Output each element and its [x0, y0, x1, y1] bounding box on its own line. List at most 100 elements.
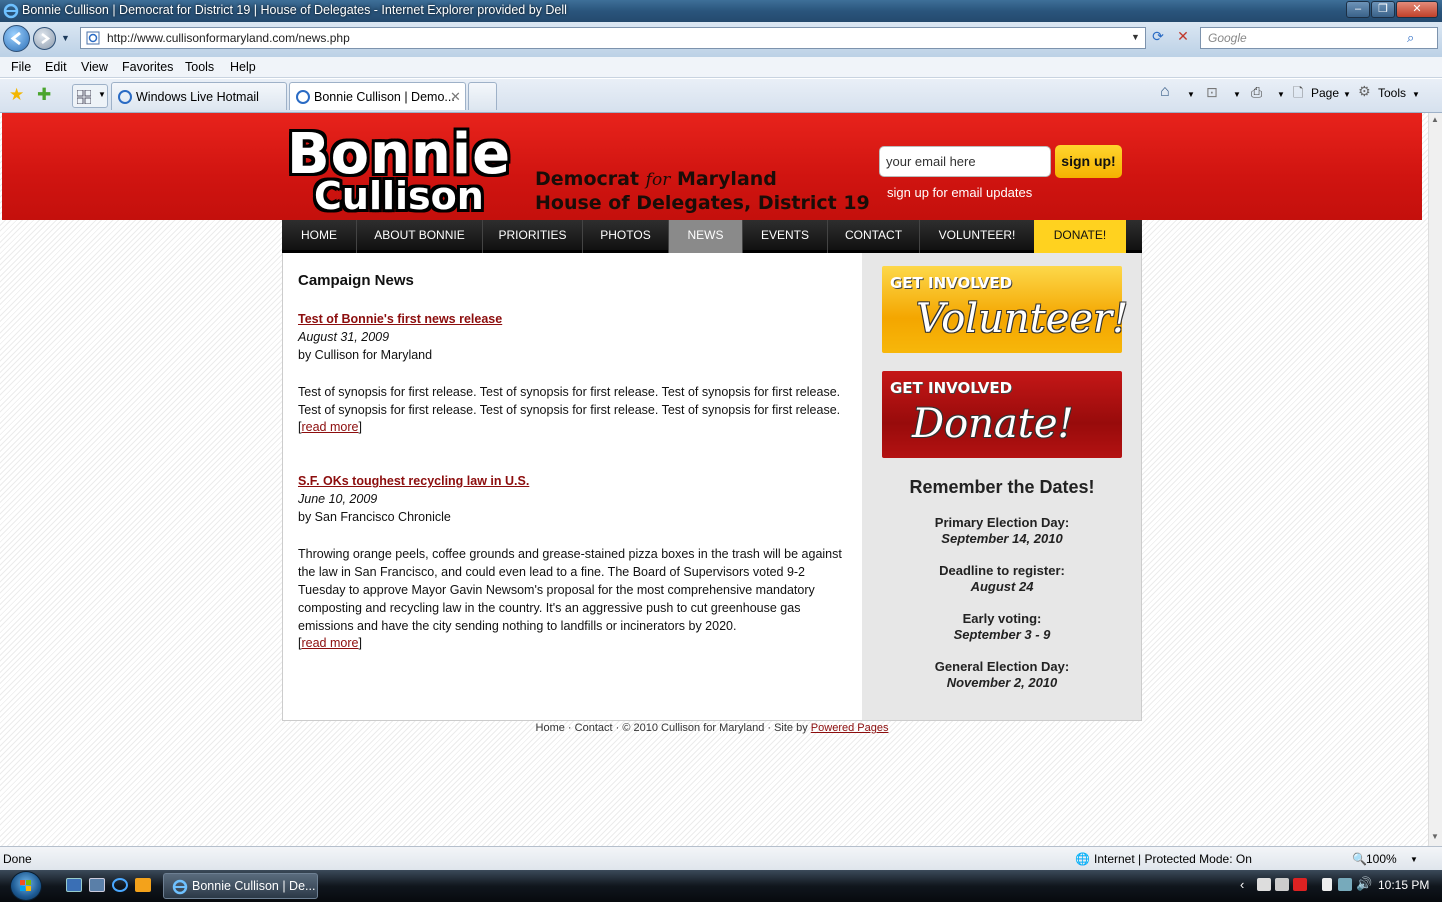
new-tab-button[interactable]	[468, 82, 497, 110]
menu-file[interactable]: File	[11, 60, 31, 74]
tray-battery-icon[interactable]	[1322, 878, 1332, 891]
search-placeholder: Google	[1208, 31, 1247, 45]
menu-view[interactable]: View	[81, 60, 108, 74]
search-input[interactable]: Google ⌕	[1200, 27, 1438, 49]
tray-volume-icon[interactable]: 🔊	[1356, 876, 1372, 892]
date-label: General Election Day:	[934, 659, 1070, 674]
taskbar-clock[interactable]: 10:15 PM	[1378, 878, 1429, 892]
internet-explorer-icon[interactable]	[112, 878, 128, 892]
volunteer-banner[interactable]: GET INVOLVED Volunteer!	[882, 266, 1128, 353]
scroll-up-icon[interactable]: ▲	[1431, 115, 1439, 124]
footer-powered-pages-link[interactable]: Powered Pages	[811, 722, 889, 734]
article-synopsis: Throwing orange peels, coffee grounds an…	[298, 547, 842, 633]
page-menu[interactable]: Page	[1311, 86, 1339, 100]
tools-dropdown-icon[interactable]: ▼	[1412, 90, 1420, 99]
favorites-star-icon[interactable]: ★	[9, 85, 24, 105]
signup-button[interactable]: sign up!	[1055, 145, 1122, 178]
status-text: Done	[3, 852, 32, 866]
quick-tabs-button[interactable]: ▼	[72, 84, 108, 108]
nav-events[interactable]: EVENTS	[742, 220, 827, 253]
refresh-icon[interactable]: ⟳	[1148, 28, 1168, 48]
nav-about-bonnie[interactable]: ABOUT BONNIE	[356, 220, 482, 253]
dates-heading: Remember the Dates!	[909, 477, 1095, 497]
start-button[interactable]	[10, 871, 42, 901]
date-value: September 3 - 9	[953, 627, 1051, 642]
feeds-dropdown-icon[interactable]: ▼	[1233, 90, 1241, 99]
menu-tools[interactable]: Tools	[185, 60, 214, 74]
show-desktop-icon[interactable]	[66, 878, 82, 892]
home-icon[interactable]: ⌂	[1160, 83, 1170, 101]
print-icon[interactable]: ⎙	[1251, 84, 1262, 101]
home-dropdown-icon[interactable]: ▼	[1187, 90, 1195, 99]
taskbar-ie-window[interactable]: Bonnie Cullison | De...	[163, 873, 318, 899]
stop-icon[interactable]: ✕	[1173, 28, 1193, 48]
search-icon[interactable]: ⌕	[1407, 30, 1414, 46]
tray-network-icon[interactable]	[1338, 878, 1352, 891]
tray-expand-icon[interactable]: ‹	[1240, 877, 1244, 892]
recent-pages-dropdown[interactable]: ▼	[61, 33, 70, 43]
tagline-for: for	[645, 170, 671, 190]
zoom-icon: 🔍	[1352, 852, 1367, 866]
taskbar-task-label: Bonnie Cullison | De...	[192, 879, 316, 893]
forward-arrow-icon	[41, 33, 51, 44]
donate-banner[interactable]: GET INVOLVED Donate!	[882, 371, 1122, 458]
print-dropdown-icon[interactable]: ▼	[1277, 90, 1285, 99]
zoom-dropdown-icon[interactable]: ▼	[1410, 855, 1418, 864]
back-button[interactable]	[3, 25, 30, 52]
vertical-scrollbar[interactable]: ▲ ▼	[1428, 113, 1442, 846]
nav-priorities[interactable]: PRIORITIES	[482, 220, 582, 253]
window-titlebar[interactable]: Bonnie Cullison | Democrat for District …	[0, 0, 1442, 22]
windows-logo-icon	[20, 880, 31, 891]
email-field[interactable]: your email here	[879, 146, 1051, 177]
menu-favorites[interactable]: Favorites	[122, 60, 173, 74]
close-tab-icon[interactable]: ✕	[450, 89, 461, 105]
media-player-icon[interactable]	[135, 878, 151, 892]
read-more: [read more]	[298, 420, 362, 434]
address-field[interactable]: http://www.cullisonformaryland.com/news.…	[80, 27, 1146, 49]
nav-photos[interactable]: PHOTOS	[582, 220, 668, 253]
internet-zone-icon: 🌐	[1075, 852, 1090, 866]
page-viewport[interactable]: Bonnie Cullison Democrat for Maryland Ho…	[0, 113, 1428, 846]
nav-home[interactable]: HOME	[282, 220, 356, 253]
minimize-button[interactable]: –	[1346, 1, 1370, 18]
ie-tab-icon	[118, 90, 132, 104]
add-favorite-icon[interactable]: ✚	[37, 85, 51, 105]
forward-button[interactable]	[33, 27, 56, 50]
taskbar: Bonnie Cullison | De... ‹ 🔊 10:15 PM	[0, 870, 1442, 902]
page-dropdown-icon[interactable]: ▼	[1343, 90, 1351, 99]
read-more-link[interactable]: read more	[301, 420, 358, 434]
tray-app-icon[interactable]	[1257, 878, 1271, 891]
nav-news[interactable]: NEWS	[668, 220, 742, 253]
menu-help[interactable]: Help	[230, 60, 256, 74]
gear-icon: ⚙	[1358, 83, 1371, 99]
read-more-link[interactable]: read more	[301, 636, 358, 650]
quick-tabs-icon	[77, 90, 91, 104]
tray-mcafee-icon[interactable]	[1293, 878, 1307, 891]
nav-volunteer[interactable]: VOLUNTEER!	[919, 220, 1034, 253]
zoom-level[interactable]: 100%	[1366, 852, 1397, 866]
scroll-down-icon[interactable]: ▼	[1431, 832, 1439, 841]
tagline-democrat: Democrat	[535, 168, 640, 190]
switch-windows-icon[interactable]	[89, 878, 105, 892]
tab-hotmail[interactable]: Windows Live Hotmail	[111, 82, 287, 110]
logo-last-name[interactable]: Cullison	[314, 176, 484, 216]
nav-contact[interactable]: CONTACT	[827, 220, 919, 253]
nav-donate[interactable]: DONATE!	[1034, 220, 1126, 253]
article-title-link[interactable]: S.F. OKs toughest recycling law in U.S.	[298, 474, 529, 488]
article-date: June 10, 2009	[298, 492, 378, 506]
page-title: Campaign News	[298, 272, 414, 289]
feeds-icon[interactable]: ⊡	[1206, 84, 1218, 101]
close-button[interactable]: ✕	[1396, 1, 1438, 18]
address-dropdown-icon[interactable]: ▼	[1131, 32, 1140, 42]
ie-task-icon	[172, 879, 188, 895]
tray-app-icon[interactable]	[1275, 878, 1289, 891]
article-title-link[interactable]: Test of Bonnie's first news release	[298, 312, 502, 326]
maximize-button[interactable]: ❐	[1371, 1, 1395, 18]
tools-menu[interactable]: Tools	[1378, 86, 1406, 100]
tab-cullison[interactable]: Bonnie Cullison | Demo... ✕	[289, 82, 466, 110]
date-label: Early voting:	[962, 611, 1042, 626]
footer-text: Home · Contact · © 2010 Cullison for Mar…	[535, 722, 808, 734]
menu-edit[interactable]: Edit	[45, 60, 67, 74]
article-synopsis: Test of synopsis for first release. Test…	[298, 385, 841, 417]
security-zone[interactable]: Internet | Protected Mode: On	[1094, 852, 1252, 866]
